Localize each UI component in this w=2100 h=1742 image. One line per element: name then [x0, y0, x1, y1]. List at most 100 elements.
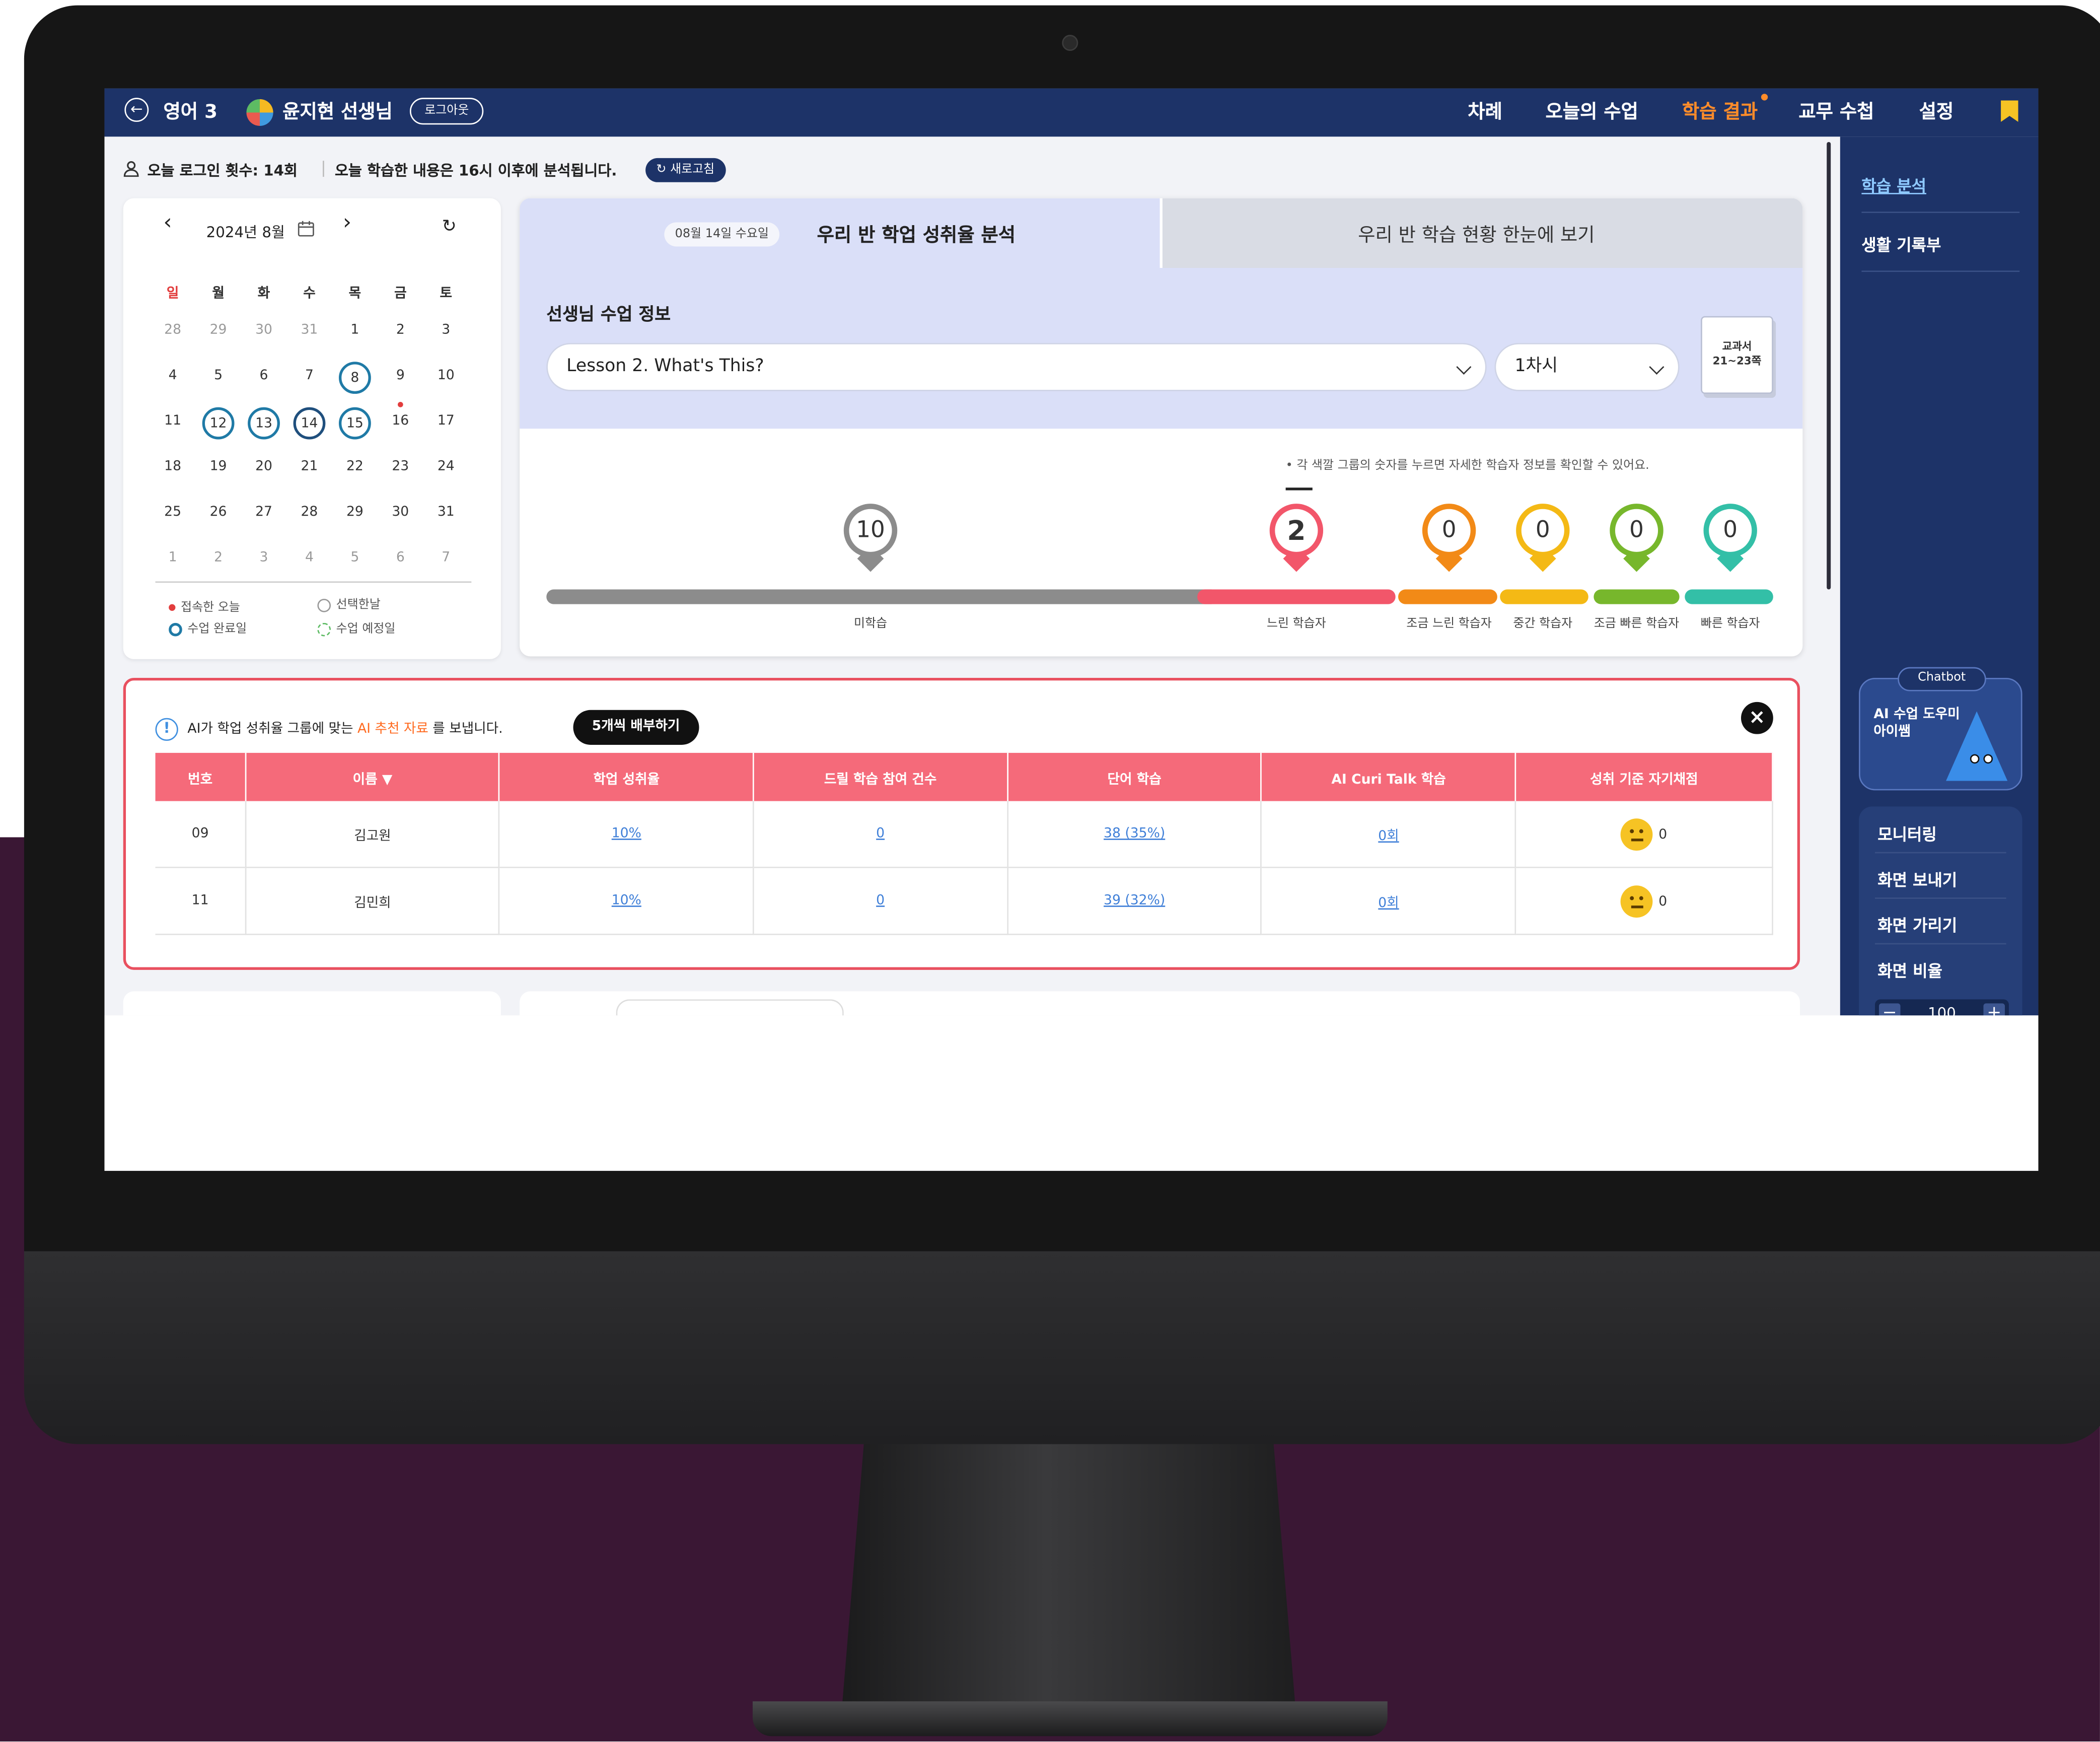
calendar-day[interactable]: 5 [332, 544, 378, 576]
calendar-day[interactable]: 16 [378, 402, 423, 440]
calendar-day-number: 9 [396, 368, 405, 383]
calendar-day[interactable]: 1 [332, 316, 378, 349]
textbook-pages-button[interactable]: 교과서 21~23쪽 [1701, 316, 1773, 394]
calendar-day[interactable]: 31 [286, 316, 332, 349]
period-select[interactable]: 1차시 [1494, 342, 1680, 391]
sort-down-icon[interactable]: ▼ [382, 772, 392, 787]
mascot-eye [1970, 754, 1980, 764]
calendar-day[interactable]: 5 [195, 362, 241, 394]
group-count-pin[interactable]: 0 [1422, 504, 1476, 573]
calendar-day[interactable]: 28 [286, 499, 332, 531]
group-count-pin[interactable]: 0 [1703, 504, 1757, 573]
calendar-day[interactable]: 29 [195, 316, 241, 349]
calendar-day-number: 23 [392, 459, 409, 474]
cell-achievement[interactable]: 10% [499, 801, 754, 868]
tab-achievement-analysis[interactable]: 08월 14일 수요일 우리 반 학업 성취율 분석 [520, 198, 1160, 268]
refresh-button[interactable]: ↻ 새로고침 [645, 158, 726, 182]
logout-button[interactable]: 로그아웃 [409, 98, 484, 125]
calendar-day[interactable]: 11 [150, 407, 195, 440]
tool-send-screen[interactable]: 화면 보내기 [1877, 868, 2036, 891]
calendar-day[interactable]: 19 [195, 453, 241, 485]
tool-monitoring[interactable]: 모니터링 [1877, 822, 2036, 845]
calendar-day[interactable]: 7 [286, 362, 332, 394]
cell-drill[interactable]: 0 [753, 867, 1008, 935]
cell-drill[interactable]: 0 [753, 801, 1008, 868]
column-name[interactable]: 이름 ▼ [245, 752, 500, 801]
calendar-day[interactable]: 29 [332, 499, 378, 531]
calendar-day[interactable]: 22 [332, 453, 378, 485]
scrollbar[interactable] [1827, 142, 1831, 590]
nav-teacher-notebook[interactable]: 교무 수첩 [1798, 89, 1874, 137]
calendar-day-number: 6 [396, 550, 405, 566]
sidebar-item-learning-analysis[interactable]: 학습 분석 [1861, 174, 2019, 197]
cell-words[interactable]: 38 (35%) [1007, 801, 1263, 868]
calendar-day[interactable]: 28 [150, 316, 195, 349]
lesson-select[interactable]: Lesson 2. What's This? [546, 342, 1487, 391]
calendar-day[interactable]: 3 [241, 544, 286, 576]
calendar-day[interactable]: 8 [332, 362, 378, 394]
group-count-pin[interactable]: 2 [1269, 504, 1324, 573]
calendar-day[interactable]: 7 [423, 544, 469, 576]
calendar-day[interactable]: 15 [332, 407, 378, 440]
calendar-reset-icon[interactable]: ↻ [442, 217, 457, 237]
legend-completed: 수업 완료일 [169, 619, 247, 637]
recommendation-text-end: 를 보냅니다. [432, 722, 503, 737]
cell-achievement[interactable]: 10% [499, 867, 754, 935]
calendar-day[interactable]: 20 [241, 453, 286, 485]
column-drill: 드릴 학습 참여 건수 [753, 752, 1008, 801]
calendar-day[interactable]: 4 [286, 544, 332, 576]
calendar-day[interactable]: 1 [150, 544, 195, 576]
bookmark-icon[interactable] [2001, 100, 2018, 122]
calendar-day[interactable]: 14 [286, 407, 332, 440]
calendar-day[interactable]: 25 [150, 499, 195, 531]
calendar-day[interactable]: 26 [195, 499, 241, 531]
calendar-day[interactable]: 13 [241, 407, 286, 440]
nav-today-class[interactable]: 오늘의 수업 [1546, 89, 1638, 137]
top-navigation: ← 영어 3 윤지현 선생님 로그아웃 차례 오늘의 수업 학습 결과 교무 수… [104, 88, 2039, 137]
chatbot-button[interactable]: Chatbot AI 수업 도우미 아이쌤 [1859, 667, 2022, 791]
calendar-day[interactable]: 6 [241, 362, 286, 394]
calendar-day[interactable]: 23 [378, 453, 423, 485]
calendar-day[interactable]: 18 [150, 453, 195, 485]
calendar-day-number: 22 [346, 459, 364, 474]
calendar-day[interactable]: 30 [378, 499, 423, 531]
prev-month-icon[interactable]: ‹ [164, 209, 172, 235]
nav-learning-results[interactable]: 학습 결과 [1682, 89, 1758, 137]
group-count-pin[interactable]: 0 [1610, 504, 1663, 573]
calendar-day[interactable]: 30 [241, 316, 286, 349]
cell-curitalk[interactable]: 0회 [1261, 867, 1516, 935]
tool-hide-screen[interactable]: 화면 가리기 [1877, 914, 2036, 936]
calendar-day[interactable]: 10 [423, 362, 469, 394]
calendar-day[interactable]: 3 [423, 316, 469, 349]
group-bar [1500, 589, 1588, 604]
calendar-day[interactable]: 31 [423, 499, 469, 531]
cell-words[interactable]: 39 (32%) [1007, 867, 1263, 935]
sidebar-item-life-record[interactable]: 생활 기록부 [1861, 233, 2019, 256]
back-icon[interactable]: ← [124, 98, 149, 122]
recommendation-text: AI가 학업 성취율 그룹에 맞는 AI 추천 자료 를 보냅니다. [187, 718, 502, 741]
calendar-day[interactable]: 24 [423, 453, 469, 485]
calendar-day[interactable]: 27 [241, 499, 286, 531]
calendar-day[interactable]: 9 [378, 362, 423, 394]
calendar-day[interactable]: 17 [423, 407, 469, 440]
group-count-pin[interactable]: 10 [843, 504, 898, 573]
calendar-day[interactable]: 2 [195, 544, 241, 576]
next-month-icon[interactable]: › [343, 209, 351, 235]
calendar-day[interactable]: 12 [195, 407, 241, 440]
tab-class-overview[interactable]: 우리 반 학습 현황 한눈에 보기 [1162, 198, 1803, 268]
calendar-day[interactable]: 2 [378, 316, 423, 349]
group-count-pin[interactable]: 0 [1516, 504, 1570, 573]
teacher-name: 윤지현 선생님 [282, 102, 393, 123]
calendar-icon[interactable] [298, 220, 315, 237]
calendar-day-number: 7 [442, 550, 451, 566]
calendar-day[interactable]: 21 [286, 453, 332, 485]
distribute-button[interactable]: 5개씩 배부하기 [573, 710, 699, 745]
nav-settings[interactable]: 설정 [1919, 89, 1954, 137]
calendar-day[interactable]: 6 [378, 544, 423, 576]
date-chip: 08월 14일 수요일 [664, 222, 780, 247]
nav-contents[interactable]: 차례 [1468, 89, 1502, 137]
calendar-day[interactable]: 4 [150, 362, 195, 394]
legend-label: 수업 예정일 [336, 622, 396, 637]
cell-curitalk[interactable]: 0회 [1261, 801, 1516, 868]
close-icon[interactable]: × [1741, 702, 1773, 734]
